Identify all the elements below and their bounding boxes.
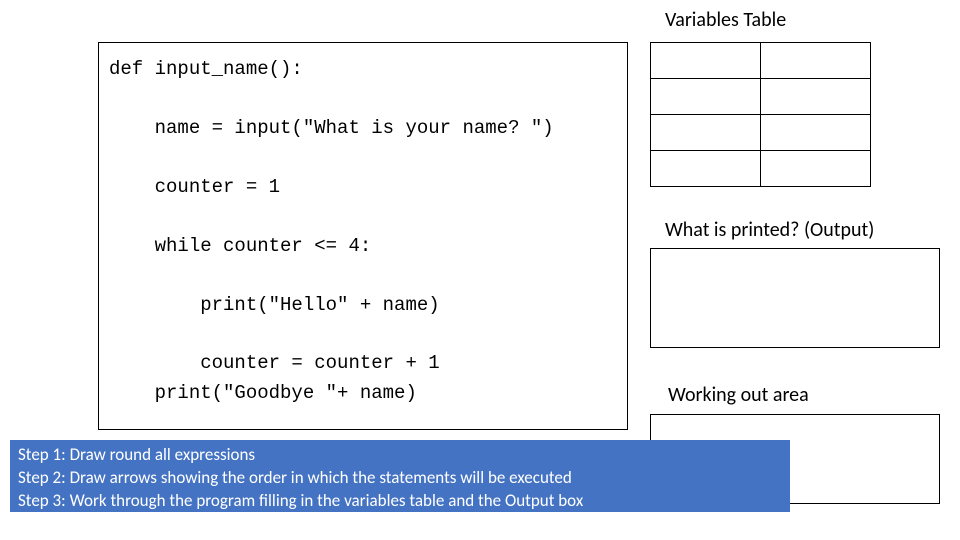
step-1: Step 1: Draw round all expressions (18, 444, 782, 467)
variables-cell (761, 79, 871, 115)
variables-cell (651, 79, 761, 115)
variables-cell (761, 115, 871, 151)
output-title: What is printed? (Output) (665, 218, 874, 242)
variables-cell (761, 151, 871, 187)
step-3: Step 3: Work through the program filling… (18, 490, 782, 513)
working-title: Working out area (668, 383, 809, 407)
step-2: Step 2: Draw arrows showing the order in… (18, 467, 782, 490)
output-box (650, 248, 940, 348)
variables-table-title: Variables Table (665, 8, 786, 32)
variables-cell (651, 151, 761, 187)
steps-panel: Step 1: Draw round all expressions Step … (10, 440, 790, 512)
variables-table (650, 42, 871, 187)
variables-cell (761, 43, 871, 79)
code-listing: def input_name(): name = input("What is … (109, 55, 617, 408)
variables-cell (651, 43, 761, 79)
code-box: def input_name(): name = input("What is … (98, 42, 628, 430)
variables-cell (651, 115, 761, 151)
